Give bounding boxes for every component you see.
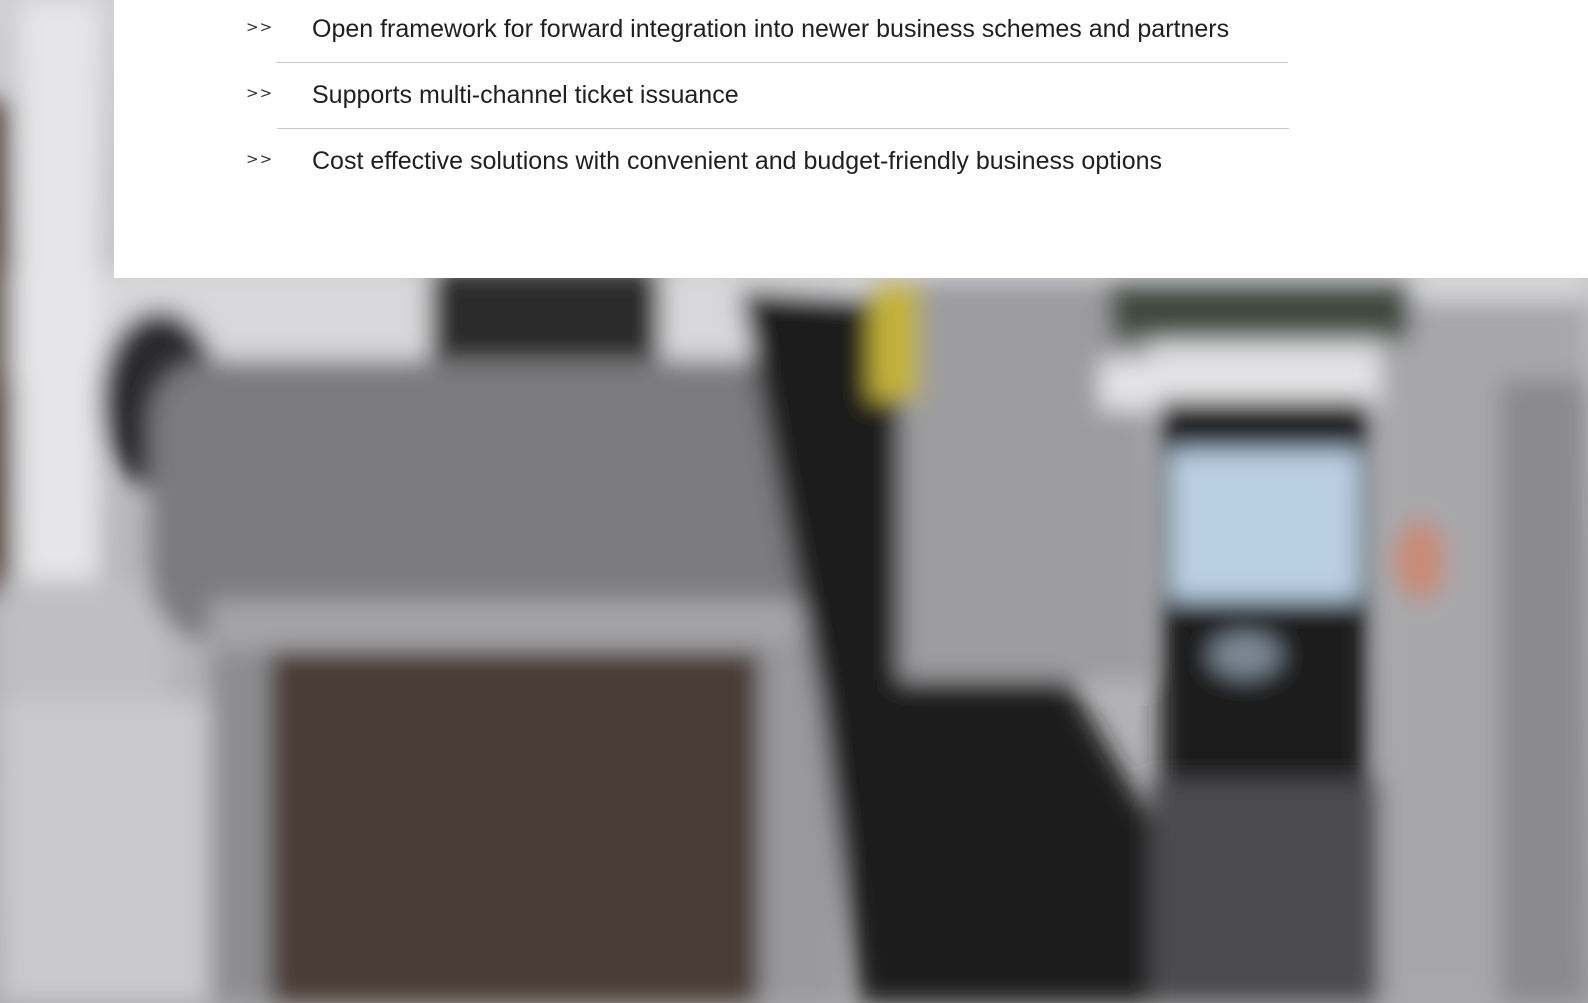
feature-text: Open framework for forward integration i…	[312, 15, 1230, 43]
double-chevron-right-icon: >>	[246, 150, 274, 168]
feature-list: >> Open framework for forward integratio…	[246, 0, 1326, 198]
feature-text: Supports multi-channel ticket issuance	[312, 81, 739, 109]
double-chevron-right-icon: >>	[246, 18, 274, 36]
divider	[277, 128, 1289, 129]
divider	[276, 62, 1288, 63]
feature-text: Cost effective solutions with convenient…	[312, 147, 1163, 175]
features-panel: >> Open framework for forward integratio…	[114, 0, 1588, 278]
feature-item-cost-effective: >> Cost effective solutions with conveni…	[246, 132, 1326, 198]
feature-item-forward-integration: >> Open framework for forward integratio…	[246, 0, 1326, 66]
page: >> Open framework for forward integratio…	[0, 0, 1588, 1003]
double-chevron-right-icon: >>	[246, 84, 274, 102]
feature-item-multi-channel: >> Supports multi-channel ticket issuanc…	[246, 66, 1326, 132]
